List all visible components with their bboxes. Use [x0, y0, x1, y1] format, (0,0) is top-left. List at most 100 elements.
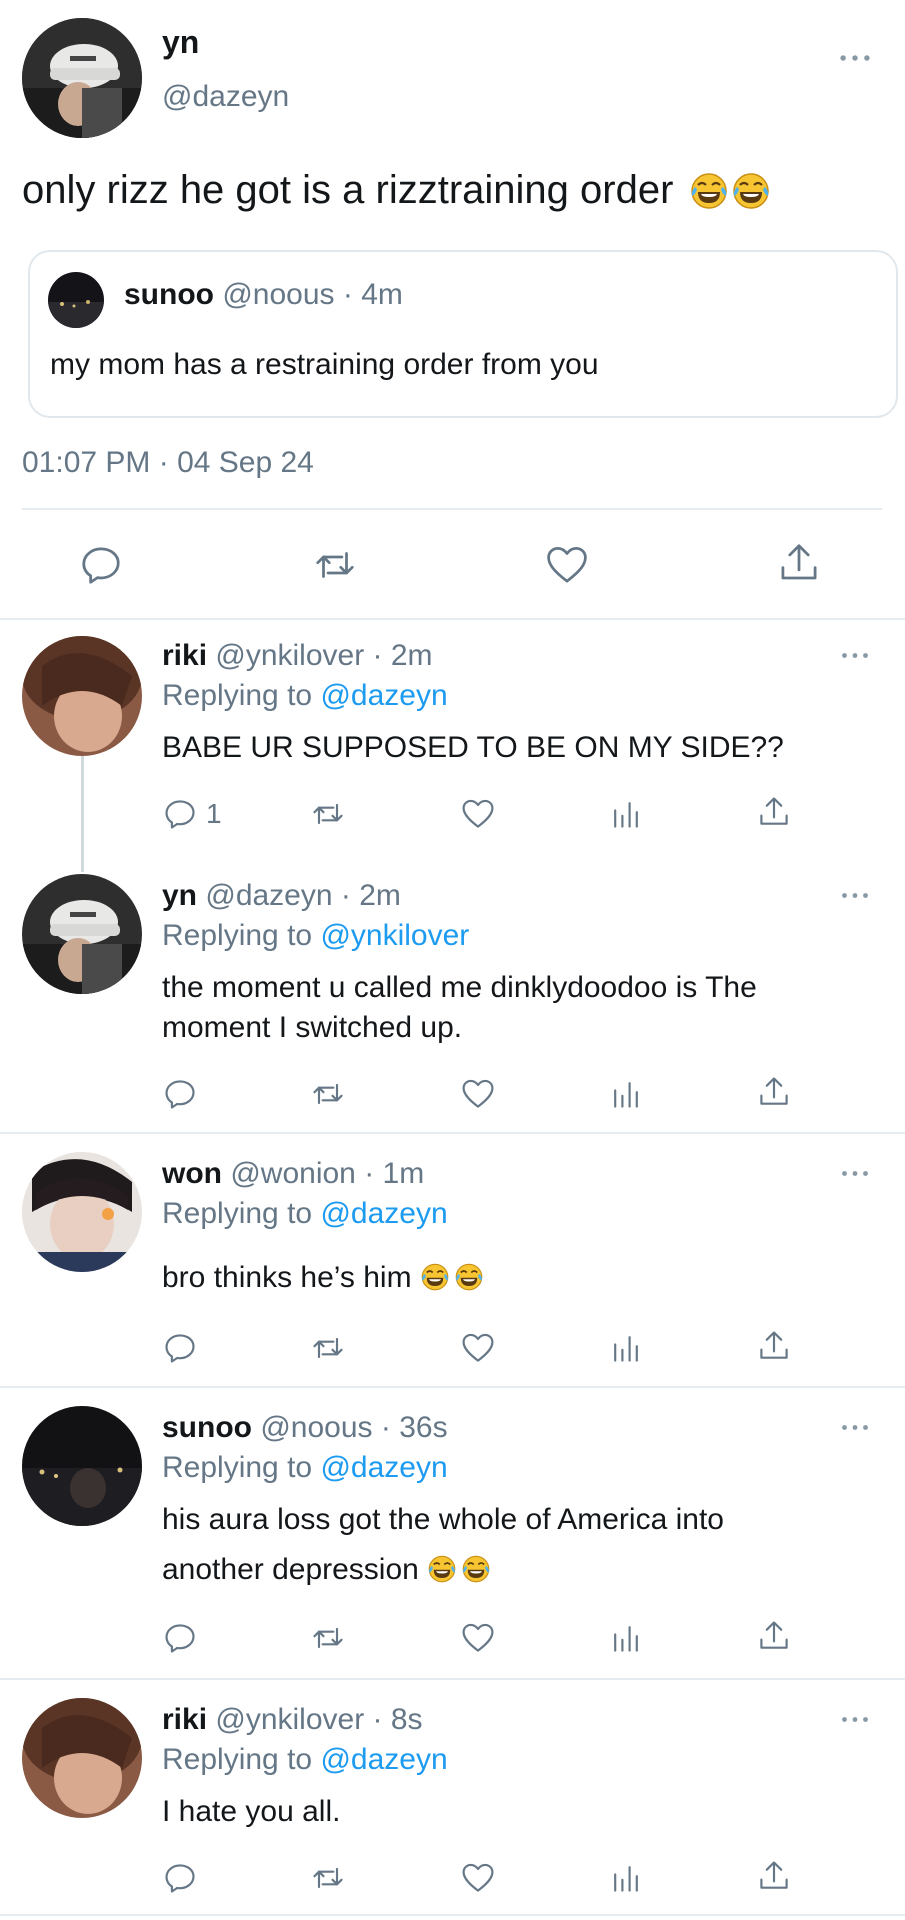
display-name[interactable]: yn — [162, 24, 199, 61]
mention-link[interactable]: @dazeyn — [320, 1451, 447, 1484]
laughing-emoji-icon — [689, 171, 729, 211]
handle[interactable]: @wonion — [230, 1157, 356, 1190]
tweet-age: · 1m — [364, 1157, 425, 1190]
analytics-icon[interactable] — [608, 1620, 644, 1656]
tweet-text: only rizz he got is a rizztraining order — [22, 164, 771, 216]
replying-to: Replying to @dazeyn — [162, 1740, 448, 1780]
like-icon[interactable] — [460, 1076, 496, 1112]
display-name[interactable]: sunoo — [162, 1411, 252, 1444]
mention-link[interactable]: @dazeyn — [320, 1743, 447, 1776]
avatar[interactable] — [22, 1152, 142, 1272]
like-icon[interactable] — [544, 542, 590, 588]
reply-header: riki @ynkilover · 8s — [162, 1700, 423, 1740]
analytics-icon[interactable] — [608, 1076, 644, 1112]
tweet-age: · 36s — [380, 1411, 448, 1444]
divider — [0, 618, 905, 620]
handle[interactable]: @dazeyn — [205, 879, 332, 912]
reply-icon[interactable] — [162, 1076, 198, 1112]
retweet-icon[interactable] — [308, 1330, 348, 1366]
analytics-icon[interactable] — [608, 796, 644, 832]
retweet-icon[interactable] — [310, 542, 360, 588]
reply-text: bro thinks he’s him — [162, 1258, 484, 1298]
reply-header: sunoo @noous · 36s — [162, 1408, 448, 1448]
reply-header: yn @dazeyn · 2m — [162, 876, 401, 916]
replying-to: Replying to @dazeyn — [162, 676, 448, 716]
retweet-icon[interactable] — [308, 1076, 348, 1112]
divider — [0, 1678, 905, 1680]
avatar[interactable] — [22, 1406, 142, 1526]
divider — [0, 1386, 905, 1388]
reply-text-content: another depression — [162, 1553, 419, 1586]
share-icon[interactable] — [776, 540, 822, 586]
retweet-icon[interactable] — [308, 796, 348, 832]
reply-icon[interactable] — [162, 796, 198, 832]
display-name[interactable]: yn — [162, 879, 197, 912]
tweet-age: · 4m — [342, 278, 403, 311]
laughing-emoji-icon — [427, 1554, 457, 1584]
replying-label: Replying to — [162, 919, 313, 952]
reply-text-content: bro thinks he’s him — [162, 1261, 412, 1294]
tweet-age: · 8s — [372, 1703, 423, 1736]
replying-label: Replying to — [162, 679, 313, 712]
handle[interactable]: @ynkilover — [215, 639, 364, 672]
more-icon[interactable] — [840, 1422, 870, 1433]
more-icon[interactable] — [840, 1714, 870, 1725]
like-icon[interactable] — [460, 1330, 496, 1366]
analytics-icon[interactable] — [608, 1330, 644, 1366]
avatar[interactable] — [22, 18, 142, 138]
mention-link[interactable]: @dazeyn — [320, 679, 447, 712]
avatar[interactable] — [22, 1698, 142, 1818]
retweet-icon[interactable] — [308, 1620, 348, 1656]
laughing-emoji-icon — [420, 1262, 450, 1292]
share-icon[interactable] — [756, 1618, 792, 1654]
reply-icon[interactable] — [162, 1330, 198, 1366]
quoted-header: sunoo @noous · 4m — [124, 278, 403, 312]
more-icon[interactable] — [840, 890, 870, 901]
avatar[interactable] — [22, 636, 142, 756]
replying-to: Replying to @dazeyn — [162, 1448, 448, 1488]
quoted-text: my mom has a restraining order from you — [50, 348, 599, 381]
reply-icon[interactable] — [78, 542, 124, 588]
display-name[interactable]: won — [162, 1157, 222, 1190]
reply-text-line: his aura loss got the whole of America i… — [162, 1503, 724, 1536]
reply-text: I hate you all. — [162, 1795, 341, 1828]
reply-text: BABE UR SUPPOSED TO BE ON MY SIDE?? — [162, 731, 784, 764]
divider — [22, 508, 882, 510]
display-name[interactable]: riki — [162, 1703, 207, 1736]
mention-link[interactable]: @ynkilover — [320, 919, 469, 952]
more-icon[interactable] — [838, 52, 872, 64]
reply-icon[interactable] — [162, 1620, 198, 1656]
quoted-tweet-card[interactable]: sunoo @noous · 4m my mom has a restraini… — [28, 250, 898, 418]
share-icon[interactable] — [756, 1858, 792, 1894]
reply-text-line: another depression — [162, 1550, 491, 1590]
reply-icon[interactable] — [162, 1860, 198, 1896]
more-icon[interactable] — [840, 1168, 870, 1179]
share-icon[interactable] — [756, 1328, 792, 1364]
handle: @noous — [222, 278, 335, 311]
replying-label: Replying to — [162, 1743, 313, 1776]
handle[interactable]: @dazeyn — [162, 80, 289, 114]
like-icon[interactable] — [460, 1620, 496, 1656]
analytics-icon[interactable] — [608, 1860, 644, 1896]
replying-label: Replying to — [162, 1451, 313, 1484]
avatar[interactable] — [22, 874, 142, 994]
laughing-emoji-icon — [454, 1262, 484, 1292]
like-icon[interactable] — [460, 1860, 496, 1896]
display-name[interactable]: riki — [162, 639, 207, 672]
retweet-icon[interactable] — [308, 1860, 348, 1896]
more-icon[interactable] — [840, 650, 870, 661]
replying-to: Replying to @dazeyn — [162, 1194, 448, 1234]
reply-text-line: moment I switched up. — [162, 1011, 463, 1044]
handle[interactable]: @ynkilover — [215, 1703, 364, 1736]
divider — [0, 1132, 905, 1134]
laughing-emoji-icon — [461, 1554, 491, 1584]
like-icon[interactable] — [460, 796, 496, 832]
mention-link[interactable]: @dazeyn — [320, 1197, 447, 1230]
avatar — [48, 272, 104, 328]
reply-header: won @wonion · 1m — [162, 1154, 424, 1194]
share-icon[interactable] — [756, 1074, 792, 1110]
share-icon[interactable] — [756, 794, 792, 830]
thread-line — [81, 756, 84, 872]
replying-to: Replying to @ynkilover — [162, 916, 469, 956]
handle[interactable]: @noous — [260, 1411, 372, 1444]
